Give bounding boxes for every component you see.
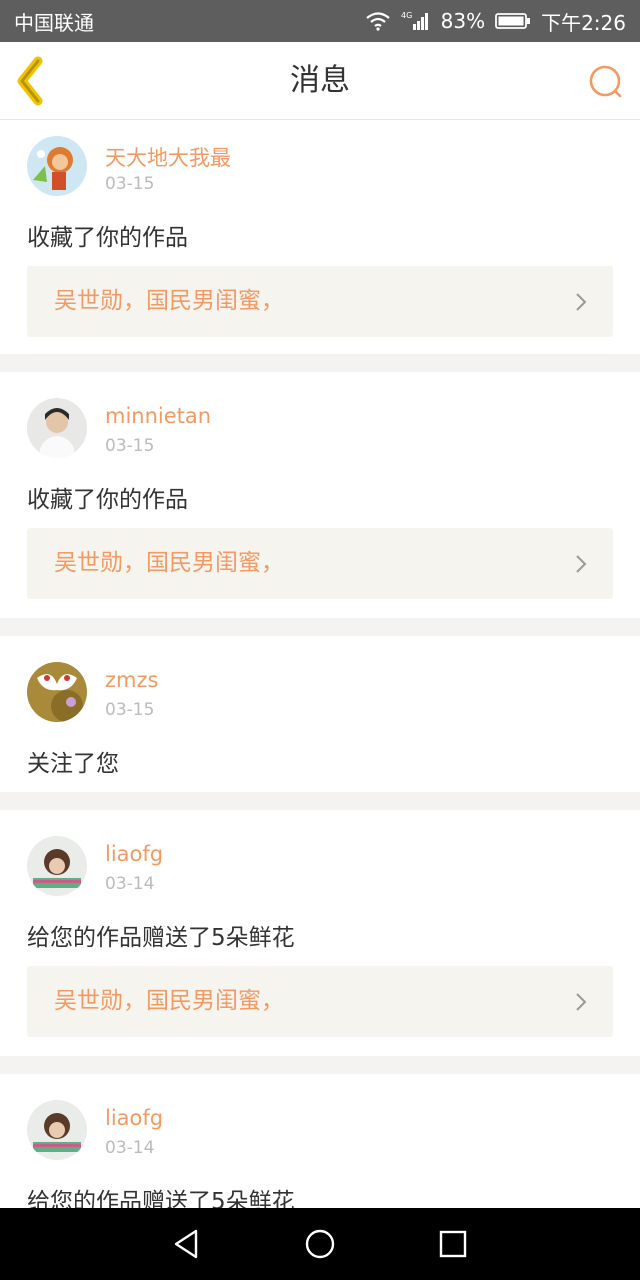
username[interactable]: zmzs <box>105 668 158 692</box>
message-date: 03-14 <box>105 874 155 894</box>
message-date: 03-14 <box>105 1138 155 1158</box>
work-title: 吴世勋，国民男闺蜜， <box>54 988 284 1014</box>
user-avatar[interactable] <box>27 662 87 722</box>
message-card: liaofg 03-14 给您的作品赠送了5朵鲜花 吴世勋，国民男闺蜜， <box>0 810 640 1056</box>
user-avatar[interactable] <box>27 398 87 458</box>
message-text: 给您的作品赠送了5朵鲜花 <box>27 1189 295 1208</box>
user-avatar[interactable] <box>27 1100 87 1160</box>
message-text: 给您的作品赠送了5朵鲜花 <box>27 925 295 951</box>
username[interactable]: 天大地大我最 <box>105 142 231 172</box>
square-recents-icon <box>440 1230 467 1258</box>
message-date: 03-15 <box>105 174 155 194</box>
work-link[interactable]: 吴世勋，国民男闺蜜， <box>27 266 613 337</box>
header-bar: 消息 <box>0 42 640 120</box>
status-icons: 4G 83% 下午2:26 <box>365 7 626 36</box>
message-date: 03-15 <box>105 700 155 720</box>
message-card: 天大地大我最 03-15 收藏了你的作品 吴世勋，国民男闺蜜， <box>0 120 640 354</box>
message-date: 03-15 <box>105 436 155 456</box>
page-title: 消息 <box>290 63 350 98</box>
carrier-label: 中国联通 <box>14 10 94 35</box>
username[interactable]: liaofg <box>105 842 163 866</box>
search-button[interactable] <box>586 62 626 102</box>
signal-icon: 4G <box>401 10 431 32</box>
status-bar: 中国联通 4G 83% 下午2:26 <box>0 0 640 42</box>
work-link[interactable]: 吴世勋，国民男闺蜜， <box>27 966 613 1037</box>
battery-icon <box>495 12 531 30</box>
clock: 下午2:26 <box>541 10 626 35</box>
work-title: 吴世勋，国民男闺蜜， <box>54 288 284 314</box>
message-text: 收藏了你的作品 <box>27 225 188 251</box>
username[interactable]: liaofg <box>105 1106 163 1130</box>
work-link[interactable]: 吴世勋，国民男闺蜜， <box>27 528 613 599</box>
chevron-right-icon <box>576 555 587 573</box>
chevron-right-icon <box>576 993 587 1011</box>
message-card: zmzs 03-15 关注了您 <box>0 636 640 792</box>
work-title: 吴世勋，国民男闺蜜， <box>54 550 284 576</box>
recents-nav-button[interactable] <box>433 1224 473 1264</box>
search-icon <box>589 65 622 98</box>
message-text: 关注了您 <box>27 751 119 777</box>
user-avatar[interactable] <box>27 136 87 196</box>
svg-text:4G: 4G <box>401 11 412 20</box>
message-card: liaofg 03-14 给您的作品赠送了5朵鲜花 <box>0 1074 640 1208</box>
circle-home-icon <box>305 1229 335 1259</box>
back-nav-button[interactable] <box>167 1224 207 1264</box>
system-navigation-bar <box>0 1208 640 1280</box>
chevron-right-icon <box>576 293 587 311</box>
message-text: 收藏了你的作品 <box>27 487 188 513</box>
user-avatar[interactable] <box>27 836 87 896</box>
wifi-icon <box>365 11 391 31</box>
triangle-back-icon <box>174 1229 197 1259</box>
username[interactable]: minnietan <box>105 404 211 428</box>
message-list: 天大地大我最 03-15 收藏了你的作品 吴世勋，国民男闺蜜， minnieta… <box>0 120 640 1208</box>
home-nav-button[interactable] <box>300 1224 340 1264</box>
battery-percent: 83% <box>440 9 486 33</box>
message-card: minnietan 03-15 收藏了你的作品 吴世勋，国民男闺蜜， <box>0 372 640 618</box>
